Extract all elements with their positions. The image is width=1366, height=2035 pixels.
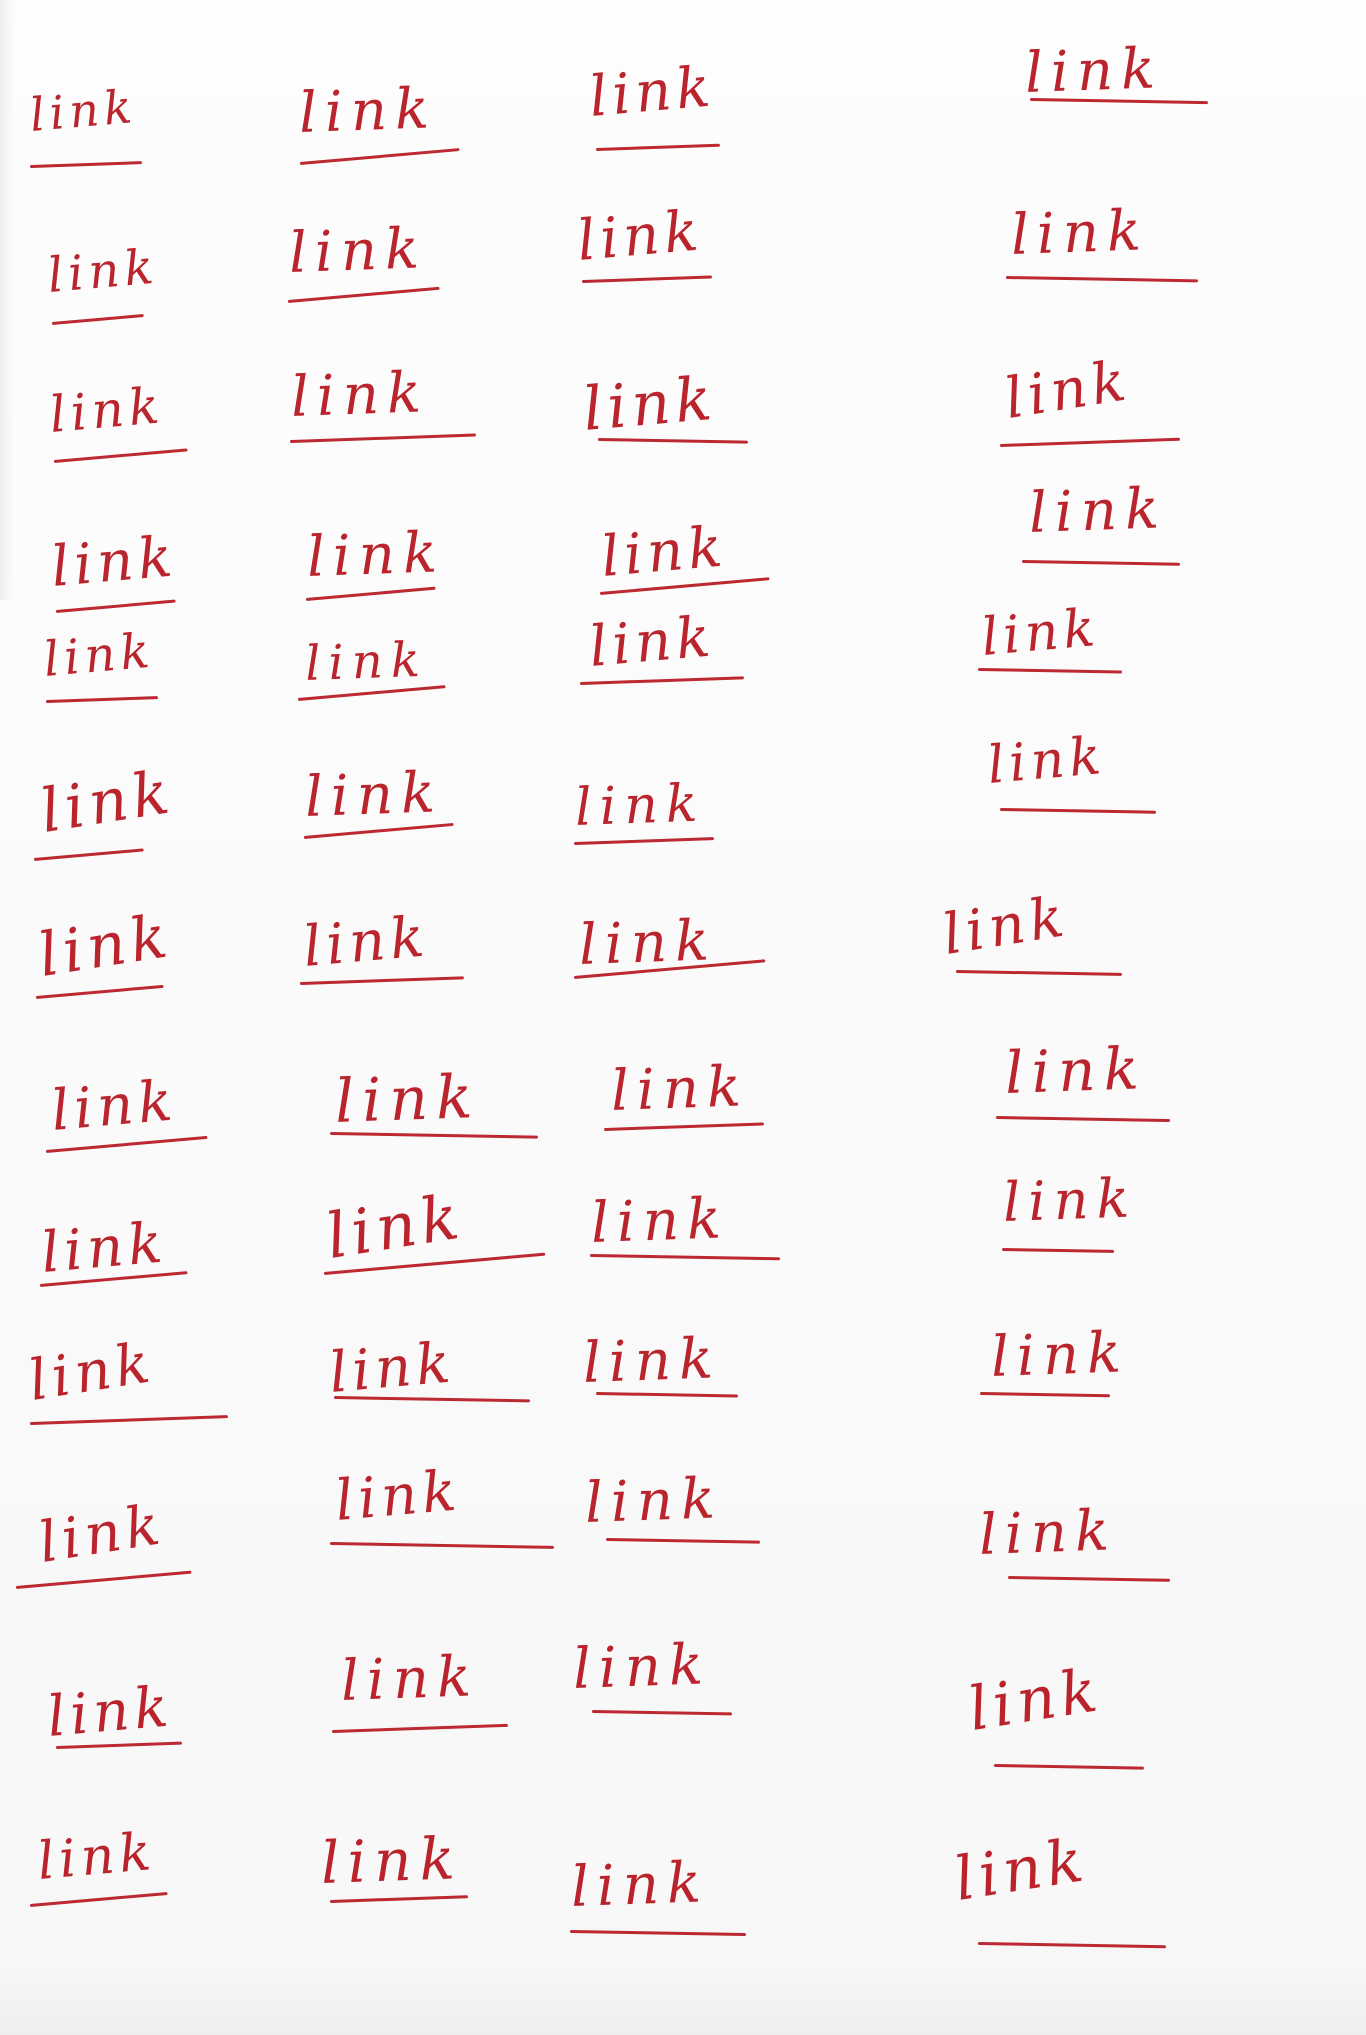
handwritten-word: link	[332, 1458, 464, 1534]
underline	[287, 286, 440, 303]
paper-sheet: link link link link link link link link …	[0, 0, 1366, 2035]
handwritten-word: link	[598, 514, 730, 590]
handwritten-word: link	[1000, 348, 1135, 432]
handwritten-word: link	[339, 1644, 480, 1714]
handwritten-word: link	[304, 631, 429, 692]
underline	[1001, 1248, 1115, 1253]
underline	[955, 970, 1123, 976]
handwritten-word: link	[34, 1492, 169, 1576]
handwritten-word: link	[289, 360, 430, 430]
underline	[329, 1132, 538, 1139]
underline	[289, 433, 476, 443]
handwritten-word: link	[326, 1330, 458, 1406]
handwritten-word: link	[333, 1061, 482, 1137]
handwritten-word: link	[321, 1179, 469, 1273]
handwritten-word: link	[24, 1330, 159, 1414]
underline	[603, 1122, 764, 1131]
underline	[597, 438, 749, 444]
underline	[33, 848, 144, 861]
underline	[29, 1415, 228, 1425]
underline	[589, 1254, 780, 1261]
handwritten-word: link	[1023, 36, 1164, 106]
handwritten-word: link	[1001, 1166, 1139, 1234]
handwritten-word: link	[586, 604, 718, 680]
handwritten-word: link	[41, 622, 157, 688]
handwritten-word: link	[1027, 476, 1168, 546]
underline	[999, 437, 1180, 447]
handwritten-word: link	[963, 1654, 1107, 1745]
handwritten-word: link	[35, 1821, 159, 1892]
handwritten-word: link	[27, 78, 139, 142]
handwritten-word: link	[589, 1186, 730, 1256]
underline	[977, 1942, 1166, 1949]
handwritten-word: link	[44, 1674, 176, 1750]
handwritten-word: link	[45, 238, 161, 304]
handwritten-word: link	[569, 1850, 710, 1920]
handwritten-word: link	[300, 904, 432, 980]
underline	[591, 1710, 733, 1716]
handwritten-word: link	[979, 597, 1103, 668]
handwritten-word: link	[583, 1466, 724, 1536]
underline	[1005, 276, 1198, 283]
underline	[331, 1723, 508, 1733]
underline	[53, 448, 188, 463]
underline	[595, 143, 720, 151]
handwritten-word: link	[571, 1632, 712, 1702]
handwritten-word: link	[319, 1824, 464, 1897]
underline	[581, 275, 712, 283]
handwritten-word: link	[574, 198, 706, 274]
underline	[329, 1542, 554, 1549]
handwritten-word: link	[1009, 198, 1150, 268]
underline	[329, 1895, 468, 1903]
underline	[15, 1570, 192, 1589]
handwritten-word: link	[574, 773, 707, 838]
underline	[299, 148, 460, 165]
handwritten-word: link	[581, 1326, 722, 1396]
handwritten-word: link	[48, 1068, 180, 1144]
underline	[55, 599, 176, 613]
handwritten-word: link	[47, 376, 167, 444]
handwritten-word: link	[305, 520, 446, 590]
handwritten-word: link	[949, 1824, 1093, 1915]
handwritten-word: link	[287, 216, 428, 286]
handwritten-word: link	[586, 54, 718, 130]
underline	[29, 161, 142, 168]
handwritten-word: link	[48, 524, 180, 600]
underline	[1007, 1576, 1171, 1582]
underline	[1021, 560, 1181, 566]
underline	[573, 837, 714, 845]
handwritten-word: link	[35, 756, 179, 847]
handwritten-word: link	[33, 900, 177, 991]
underline	[45, 696, 158, 703]
underline	[569, 1930, 746, 1937]
handwritten-word: link	[938, 884, 1073, 968]
underline	[595, 1392, 739, 1398]
handwritten-word: link	[303, 760, 444, 830]
underline	[995, 1116, 1170, 1123]
handwritten-word: link	[989, 1320, 1130, 1390]
underline	[993, 1764, 1145, 1770]
underline	[979, 1392, 1111, 1398]
handwritten-word: link	[609, 1054, 750, 1124]
handwritten-word: link	[977, 1498, 1118, 1568]
underline	[29, 1891, 168, 1907]
handwritten-word: link	[985, 725, 1109, 796]
underline	[605, 1538, 761, 1544]
handwritten-word: link	[580, 363, 720, 445]
underline	[977, 668, 1123, 674]
handwritten-word: link	[297, 76, 438, 146]
underline	[999, 808, 1157, 814]
handwritten-word: link	[38, 1210, 170, 1286]
underline	[51, 313, 144, 325]
handwritten-word: link	[1003, 1034, 1148, 1107]
